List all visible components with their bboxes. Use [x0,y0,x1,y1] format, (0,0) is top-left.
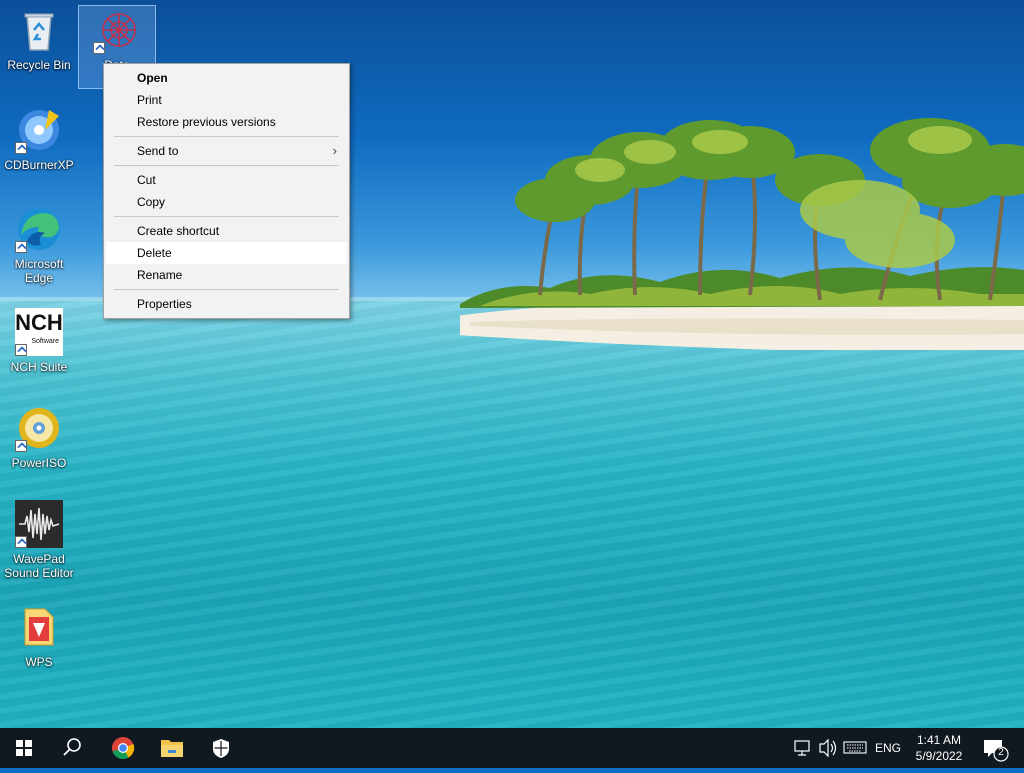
notification-icon [984,740,1009,762]
windows-start-icon [16,740,32,756]
desktop-icon-wps[interactable]: WPS [1,603,77,669]
cdburnerxp-icon [15,106,63,154]
poweriso-icon [15,404,63,452]
notification-count-badge: 2 [998,747,1004,758]
desktop-icon-wavepad[interactable]: WavePad Sound Editor [1,500,77,580]
desktop-icon-nch-suite[interactable]: NCH Software NCH Suite [1,308,77,374]
nch-suite-icon: NCH Software [15,308,63,356]
network-icon [794,740,810,756]
clock-time: 1:41 AM [916,733,962,747]
chrome-icon [112,737,135,760]
desktop-icon-label: WavePad Sound Editor [4,552,74,580]
menu-separator [114,289,339,290]
desktop-icon-label: Microsoft Edge [14,257,64,285]
tray-language[interactable]: ENG [873,728,903,768]
desktop-icon-label: CDBurnerXP [4,158,74,172]
edge-icon [15,205,63,253]
taskbar-app-file-explorer[interactable] [148,728,196,768]
menu-item-create-shortcut[interactable]: Create shortcut [104,220,349,242]
menu-item-cut[interactable]: Cut [104,169,349,191]
wallpaper-sea [0,298,1024,728]
desktop-icon-poweriso[interactable]: PowerISO [1,404,77,470]
desktop-icon-label: Recycle Bin [7,58,71,72]
wallpaper-island [460,118,1024,350]
tray-network[interactable] [792,728,814,768]
menu-item-send-to[interactable]: Send to › [104,140,349,162]
recycle-bin-icon [15,6,63,54]
menu-item-copy[interactable]: Copy [104,191,349,213]
desktop-icon-microsoft-edge[interactable]: Microsoft Edge [1,205,77,285]
menu-item-restore-previous-versions[interactable]: Restore previous versions [104,111,349,133]
clock-date: 5/9/2022 [915,749,963,763]
shortcut-arrow-icon [15,536,27,548]
data-app-icon [93,6,141,54]
desktop-icon-recycle-bin[interactable]: Recycle Bin [1,6,77,72]
start-button[interactable] [0,728,48,768]
context-menu: Open Print Restore previous versions Sen… [103,63,350,319]
desktop-icon-label: WPS [25,655,53,669]
desktop-icon-label: PowerISO [11,456,67,470]
tray-touch-keyboard[interactable] [842,728,868,768]
touch-keyboard-icon [843,741,867,754]
menu-item-print[interactable]: Print [104,89,349,111]
shortcut-arrow-icon [15,241,27,253]
wavepad-icon [15,500,63,548]
shortcut-arrow-icon [15,440,27,452]
search-icon [63,738,81,756]
chevron-right-icon: › [332,143,337,158]
file-explorer-icon [161,740,183,757]
shortcut-arrow-icon [15,142,27,154]
menu-separator [114,136,339,137]
tray-clock[interactable]: 1:41 AM 5/9/2022 [904,732,974,764]
taskbar: ENG 1:41 AM 5/9/2022 2 [0,728,1024,768]
menu-item-delete[interactable]: Delete [106,242,347,264]
action-center-button[interactable]: 2 [980,728,1012,768]
menu-item-open[interactable]: Open [104,67,349,89]
wps-icon [15,603,63,651]
nch-logo-text: NCH [15,310,63,335]
desktop-icon-cdburnerxp[interactable]: CDBurnerXP [1,106,77,172]
taskbar-app-chrome[interactable] [99,728,147,768]
volume-icon [819,738,837,758]
menu-separator [114,216,339,217]
search-button[interactable] [48,728,96,768]
menu-item-rename[interactable]: Rename [104,264,349,286]
windows-security-icon [213,739,229,758]
menu-item-properties[interactable]: Properties [104,293,349,315]
taskbar-app-windows-security[interactable] [197,728,245,768]
tray-volume[interactable] [817,728,839,768]
shortcut-arrow-icon [15,344,27,356]
desktop-icon-label: NCH Suite [10,360,68,374]
menu-separator [114,165,339,166]
menu-item-label: Send to [137,144,179,158]
shortcut-arrow-icon [93,42,105,54]
